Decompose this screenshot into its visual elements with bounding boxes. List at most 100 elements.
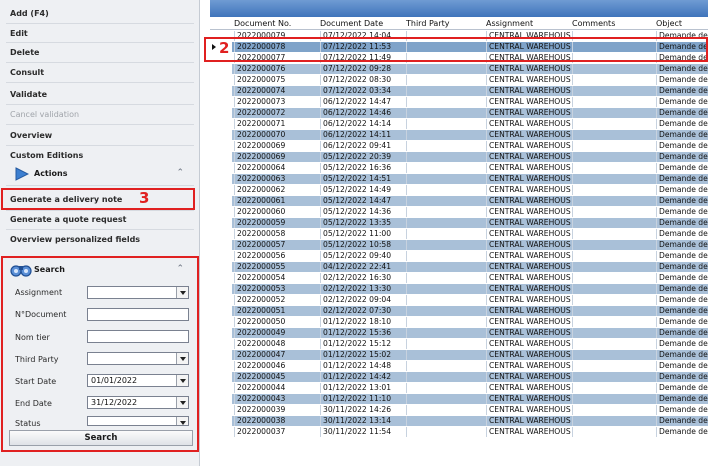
- document-no-input[interactable]: [87, 308, 189, 321]
- table-cell: [572, 394, 656, 404]
- assignment-select[interactable]: [87, 286, 189, 299]
- start-date-picker[interactable]: 01/01/2022: [87, 374, 189, 387]
- table-row[interactable]: 2022000051 02/12/2022 07:30 CENTRAL WAREHO…: [232, 306, 708, 316]
- table-cell: [406, 86, 486, 96]
- table-cell: Demande de: [656, 152, 708, 162]
- table-cell: [406, 262, 486, 272]
- table-cell: 07/12/2022 11:53: [320, 42, 406, 52]
- table-cell: 07/12/2022 09:28: [320, 64, 406, 74]
- table-row[interactable]: 2022000059 05/12/2022 13:35 CENTRAL WAREHO…: [232, 218, 708, 228]
- table-row[interactable]: 2022000069 05/12/2022 20:39 CENTRAL WAREHO…: [232, 152, 708, 162]
- delete-button[interactable]: Delete: [10, 48, 39, 57]
- column-header[interactable]: Comments: [572, 19, 615, 28]
- table-row[interactable]: 2022000049 01/12/2022 15:36 CENTRAL WAREHO…: [232, 328, 708, 338]
- status-select[interactable]: [87, 416, 189, 426]
- table-cell: [406, 185, 486, 195]
- table-row[interactable]: 2022000063 05/12/2022 14:51 CENTRAL WAREHO…: [232, 174, 708, 184]
- table-row[interactable]: 2022000062 05/12/2022 14:49 CENTRAL WAREHO…: [232, 185, 708, 195]
- table-row[interactable]: 2022000045 01/12/2022 14:42 CENTRAL WAREHO…: [232, 372, 708, 382]
- table-cell: Demande de: [656, 416, 708, 426]
- chevron-up-icon[interactable]: ⌃: [176, 168, 184, 178]
- table-row[interactable]: 2022000061 05/12/2022 14:47 CENTRAL WAREHO…: [232, 196, 708, 206]
- table-row[interactable]: 2022000037 30/11/2022 11:54 CENTRAL WAREHO…: [232, 427, 708, 437]
- column-header[interactable]: Document No.: [234, 19, 291, 28]
- table-cell: 01/12/2022 15:12: [320, 339, 406, 349]
- column-header[interactable]: Document Date: [320, 19, 383, 28]
- table-cell: [406, 350, 486, 360]
- divider: [6, 42, 194, 43]
- table-cell: [572, 31, 656, 41]
- consult-button[interactable]: Consult: [10, 68, 44, 77]
- custom-editions-button[interactable]: Custom Editions: [10, 151, 83, 160]
- table-row[interactable]: 2022000075 07/12/2022 08:30 CENTRAL WAREHO…: [232, 75, 708, 85]
- table-row[interactable]: 2022000046 01/12/2022 14:48 CENTRAL WAREHO…: [232, 361, 708, 371]
- table-cell: 2022000058: [234, 229, 320, 239]
- table-cell: 2022000052: [234, 295, 320, 305]
- table-row[interactable]: 2022000076 07/12/2022 09:28 CENTRAL WAREHO…: [232, 64, 708, 74]
- third-party-select[interactable]: [87, 352, 189, 365]
- actions-section-header[interactable]: Actions ⌃: [6, 165, 194, 183]
- table-cell: Demande de: [656, 240, 708, 250]
- table-row[interactable]: 2022000044 01/12/2022 13:01 CENTRAL WAREHO…: [232, 383, 708, 393]
- start-date-label: Start Date: [15, 377, 57, 386]
- search-section-title: Search: [34, 265, 65, 274]
- table-row[interactable]: 2022000039 30/11/2022 14:26 CENTRAL WAREHO…: [232, 405, 708, 415]
- table-row[interactable]: 2022000071 06/12/2022 14:14 CENTRAL WAREHO…: [232, 119, 708, 129]
- dropdown-arrow-icon: [180, 421, 186, 425]
- table-row[interactable]: 2022000050 01/12/2022 18:10 CENTRAL WAREHO…: [232, 317, 708, 327]
- table-row[interactable]: 2022000055 04/12/2022 22:41 CENTRAL WAREHO…: [232, 262, 708, 272]
- table-row[interactable]: 2022000038 30/11/2022 13:14 CENTRAL WAREHO…: [232, 416, 708, 426]
- table-row[interactable]: 2022000057 05/12/2022 10:58 CENTRAL WAREHO…: [232, 240, 708, 250]
- column-header[interactable]: Third Party: [406, 19, 449, 28]
- table-cell: [406, 229, 486, 239]
- table-row[interactable]: 2022000053 02/12/2022 13:30 CENTRAL WAREHO…: [232, 284, 708, 294]
- table-row[interactable]: 2022000077 07/12/2022 11:49 CENTRAL WAREHO…: [232, 53, 708, 63]
- table-cell: 2022000054: [234, 273, 320, 283]
- table-row[interactable]: 2022000054 02/12/2022 16:30 CENTRAL WAREHO…: [232, 273, 708, 283]
- table-row[interactable]: 2022000070 06/12/2022 14:11 CENTRAL WAREHO…: [232, 130, 708, 140]
- table-row[interactable]: 2022000072 06/12/2022 14:46 CENTRAL WAREHO…: [232, 108, 708, 118]
- divider: [6, 145, 194, 146]
- table-cell: 05/12/2022 14:51: [320, 174, 406, 184]
- search-button[interactable]: Search: [9, 430, 193, 446]
- table-cell: 01/12/2022 14:48: [320, 361, 406, 371]
- add-button[interactable]: Add (F4): [10, 9, 49, 18]
- table-cell: 30/11/2022 13:14: [320, 416, 406, 426]
- generate-quote-request-button[interactable]: Generate a quote request: [10, 215, 126, 224]
- table-row[interactable]: 2022000064 05/12/2022 16:36 CENTRAL WAREHO…: [232, 163, 708, 173]
- chevron-up-icon[interactable]: ⌃: [176, 264, 184, 274]
- validate-button[interactable]: Validate: [10, 90, 47, 99]
- table-row[interactable]: 2022000052 02/12/2022 09:04 CENTRAL WAREHO…: [232, 295, 708, 305]
- table-row[interactable]: 2022000074 07/12/2022 03:34 CENTRAL WAREHO…: [232, 86, 708, 96]
- table-row[interactable]: 2022000060 05/12/2022 14:36 CENTRAL WAREHO…: [232, 207, 708, 217]
- overview-personalized-fields-button[interactable]: Overview personalized fields: [10, 235, 140, 244]
- table-cell: Demande de: [656, 97, 708, 107]
- divider: [6, 82, 194, 83]
- end-date-picker[interactable]: 31/12/2022: [87, 396, 189, 409]
- table-cell: Demande de: [656, 251, 708, 261]
- column-header[interactable]: Assignment: [486, 19, 533, 28]
- table-cell: Demande de: [656, 306, 708, 316]
- table-row[interactable]: 2022000069 06/12/2022 09:41 CENTRAL WAREHO…: [232, 141, 708, 151]
- table-row[interactable]: 2022000043 01/12/2022 11:10 CENTRAL WAREHO…: [232, 394, 708, 404]
- table-row[interactable]: 2022000056 05/12/2022 09:40 CENTRAL WAREHO…: [232, 251, 708, 261]
- column-header[interactable]: Object: [656, 19, 682, 28]
- table-row[interactable]: 2022000078 07/12/2022 11:53 CENTRAL WAREHO…: [232, 42, 708, 52]
- table-cell: [406, 295, 486, 305]
- generate-delivery-note-button[interactable]: Generate a delivery note: [10, 195, 122, 204]
- table-row[interactable]: 2022000079 07/12/2022 14:04 CENTRAL WAREHO…: [232, 31, 708, 41]
- table-row[interactable]: 2022000047 01/12/2022 15:02 CENTRAL WAREHO…: [232, 350, 708, 360]
- table-cell: 2022000037: [234, 427, 320, 437]
- nom-tier-input[interactable]: [87, 330, 189, 343]
- overview-button[interactable]: Overview: [10, 131, 52, 140]
- search-section-header[interactable]: Search ⌃: [6, 261, 194, 279]
- table-cell: [406, 427, 486, 437]
- table-row[interactable]: 2022000058 05/12/2022 11:00 CENTRAL WAREHO…: [232, 229, 708, 239]
- end-date-label: End Date: [15, 399, 52, 408]
- edit-button[interactable]: Edit: [10, 29, 28, 38]
- table-row[interactable]: 2022000073 06/12/2022 14:47 CENTRAL WAREHO…: [232, 97, 708, 107]
- cancel-validation-button[interactable]: Cancel validation: [10, 110, 79, 119]
- table-cell: [406, 284, 486, 294]
- table-cell: 30/11/2022 11:54: [320, 427, 406, 437]
- table-row[interactable]: 2022000048 01/12/2022 15:12 CENTRAL WAREHO…: [232, 339, 708, 349]
